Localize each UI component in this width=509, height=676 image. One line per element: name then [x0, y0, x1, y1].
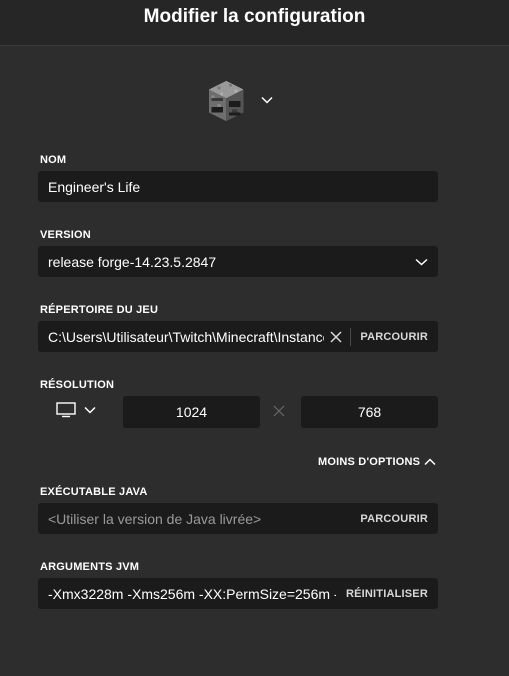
edit-configuration-dialog: Modifier la configuration NOM Engineer's…	[0, 0, 509, 676]
name-label: NOM	[40, 154, 67, 166]
java-executable-label: EXÉCUTABLE JAVA	[40, 486, 148, 498]
chevron-down-icon	[261, 96, 273, 104]
resolution-preset-picker[interactable]	[56, 402, 96, 418]
name-value: Engineer's Life	[48, 178, 141, 195]
reset-jvm-arguments-button[interactable]: RÉINITIALISER	[346, 588, 428, 600]
profile-icon-picker[interactable]	[203, 76, 283, 126]
game-directory-value: C:\Users\Utilisateur\Twitch\Minecraft\In…	[48, 328, 325, 345]
resolution-label: RÉSOLUTION	[40, 379, 115, 391]
jvm-arguments-input[interactable]: -Xmx3228m -Xms256m -XX:PermSize=256m -Dr…	[38, 578, 438, 609]
browse-java-button[interactable]: PARCOURIR	[360, 513, 428, 525]
resolution-row: 1024 768	[38, 396, 438, 428]
clear-icon[interactable]	[330, 330, 342, 343]
monitor-icon	[56, 402, 76, 418]
jvm-arguments-label: ARGUMENTS JVM	[40, 561, 140, 573]
dialog-header: Modifier la configuration	[0, 0, 509, 46]
java-executable-placeholder: <Utiliser la version de Java livrée>	[48, 510, 262, 527]
version-label: VERSION	[40, 229, 91, 241]
less-options-toggle[interactable]: MOINS D'OPTIONS	[318, 456, 436, 468]
game-directory-label: RÉPERTOIRE DU JEU	[40, 304, 159, 316]
game-directory-input[interactable]: C:\Users\Utilisateur\Twitch\Minecraft\In…	[38, 321, 438, 352]
chevron-up-icon	[424, 458, 436, 466]
version-select[interactable]: release forge-14.23.5.2847	[38, 246, 438, 277]
resolution-width-value: 1024	[175, 404, 208, 420]
name-input[interactable]: Engineer's Life	[38, 171, 438, 202]
less-options-label: MOINS D'OPTIONS	[318, 456, 421, 468]
divider	[350, 327, 352, 346]
dialog-title: Modifier la configuration	[143, 5, 366, 27]
chevron-down-icon	[415, 258, 428, 266]
times-icon	[273, 405, 285, 417]
chevron-down-icon	[84, 406, 96, 414]
resolution-height-input[interactable]: 768	[301, 396, 438, 428]
minecraft-furnace-icon	[208, 80, 244, 122]
resolution-width-input[interactable]: 1024	[123, 396, 260, 428]
resolution-height-value: 768	[357, 404, 382, 420]
browse-game-directory-button[interactable]: PARCOURIR	[360, 331, 428, 343]
java-executable-input[interactable]: <Utiliser la version de Java livrée> PAR…	[38, 503, 438, 534]
jvm-arguments-value: -Xmx3228m -Xms256m -XX:PermSize=256m -Dr	[48, 585, 336, 602]
version-value: release forge-14.23.5.2847	[48, 253, 217, 270]
